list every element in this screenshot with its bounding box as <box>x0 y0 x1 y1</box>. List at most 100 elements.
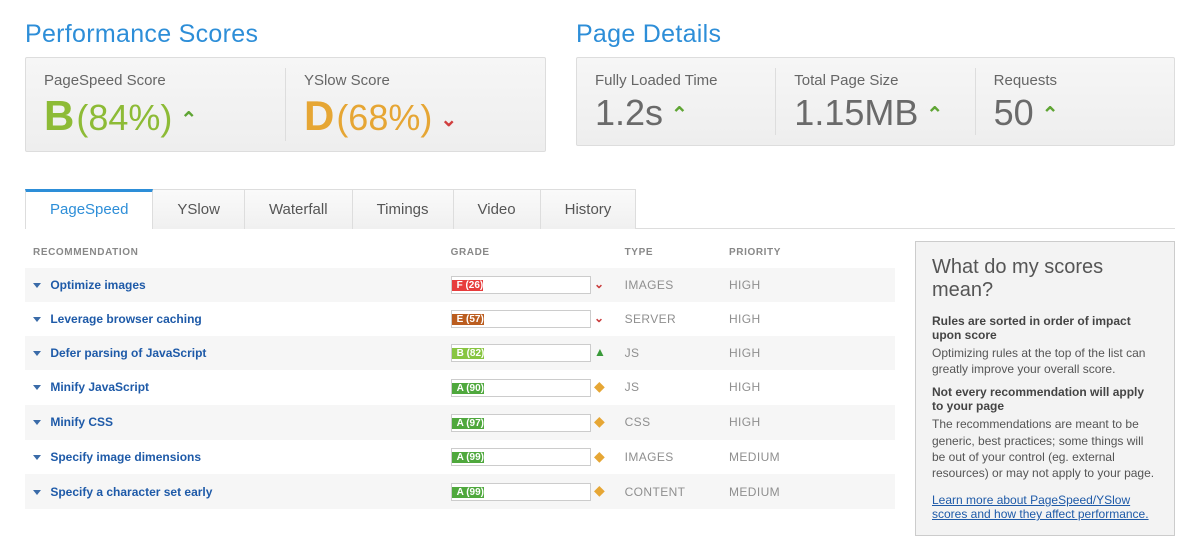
rec-type: JS <box>617 370 721 405</box>
expand-caret-icon[interactable] <box>33 455 41 460</box>
trend-up-icon: ⌃ <box>671 102 688 127</box>
trend-up-icon: ⌃ <box>180 107 197 132</box>
recommendation-link[interactable]: Minify JavaScript <box>50 380 149 394</box>
table-row[interactable]: Leverage browser caching E (57) ⌄ SERVER… <box>25 302 895 336</box>
sidebar-help: What do my scores mean? Rules are sorted… <box>915 241 1175 536</box>
expand-caret-icon[interactable] <box>33 351 41 356</box>
trend-neutral-icon: ◆ <box>594 378 605 394</box>
recommendation-link[interactable]: Specify a character set early <box>50 485 212 499</box>
detail-value: 50 <box>994 95 1034 131</box>
trend-neutral-icon: ◆ <box>594 448 605 464</box>
recommendation-link[interactable]: Minify CSS <box>50 415 113 429</box>
score-grade-pct: (68%) <box>336 100 432 136</box>
table-row[interactable]: Defer parsing of JavaScript B (82) ▲ JS … <box>25 336 895 370</box>
expand-caret-icon[interactable] <box>33 283 41 288</box>
recommendation-link[interactable]: Leverage browser caching <box>50 312 201 326</box>
detail-label: Requests <box>994 72 1156 89</box>
tab-video[interactable]: Video <box>454 189 541 229</box>
tab-waterfall[interactable]: Waterfall <box>245 189 353 229</box>
grade-bar-fill: A (99) <box>452 452 484 463</box>
tab-history[interactable]: History <box>541 189 637 229</box>
trend-down-icon: ⌄ <box>594 277 604 291</box>
rec-type: IMAGES <box>617 268 721 302</box>
rec-type: SERVER <box>617 302 721 336</box>
recommendation-link[interactable]: Defer parsing of JavaScript <box>50 346 206 360</box>
score-grade-pct: (84%) <box>76 100 172 136</box>
col-header-recommendation: RECOMMENDATION <box>25 241 443 268</box>
rec-type: IMAGES <box>617 440 721 475</box>
detail-card: Total Page Size 1.15MB ⌃ <box>775 68 974 135</box>
grade-bar-fill: A (90) <box>452 383 484 394</box>
table-row[interactable]: Specify a character set early A (99) ◆ C… <box>25 474 895 509</box>
tab-yslow[interactable]: YSlow <box>153 189 245 229</box>
score-card: PageSpeed Score B (84%) ⌃ <box>26 68 285 141</box>
trend-neutral-icon: ◆ <box>594 413 605 429</box>
score-grade-letter: D <box>304 95 334 137</box>
sidebar-text: The recommendations are meant to be gene… <box>932 416 1158 481</box>
detail-label: Total Page Size <box>794 72 956 89</box>
trend-up-icon: ⌃ <box>1042 102 1059 127</box>
grade-bar: B (82) <box>451 344 591 362</box>
grade-bar: E (57) <box>451 310 591 328</box>
rec-type: CSS <box>617 405 721 440</box>
table-row[interactable]: Minify CSS A (97) ◆ CSS HIGH <box>25 405 895 440</box>
recommendation-link[interactable]: Optimize images <box>50 278 145 292</box>
rec-type: CONTENT <box>617 474 721 509</box>
rec-priority: HIGH <box>721 268 895 302</box>
detail-value: 1.2s <box>595 95 663 131</box>
score-label: YSlow Score <box>304 72 527 89</box>
rec-priority: HIGH <box>721 370 895 405</box>
grade-bar: A (99) <box>451 483 591 501</box>
expand-caret-icon[interactable] <box>33 490 41 495</box>
col-header-grade: GRADE <box>443 241 617 268</box>
grade-bar: A (99) <box>451 448 591 466</box>
page-details-section: Page Details Fully Loaded Time 1.2s ⌃ To… <box>576 20 1175 152</box>
grade-bar-fill: E (57) <box>452 314 484 325</box>
rec-priority: MEDIUM <box>721 440 895 475</box>
rec-priority: HIGH <box>721 405 895 440</box>
table-row[interactable]: Specify image dimensions A (99) ◆ IMAGES… <box>25 440 895 475</box>
detail-card: Requests 50 ⌃ <box>975 68 1174 135</box>
expand-caret-icon[interactable] <box>33 420 41 425</box>
score-label: PageSpeed Score <box>44 72 267 89</box>
sidebar-text: Optimizing rules at the top of the list … <box>932 345 1158 377</box>
sidebar-learn-more-link[interactable]: Learn more about PageSpeed/YSlow scores … <box>932 493 1158 521</box>
grade-bar: F (26) <box>451 276 591 294</box>
recommendations-table: RECOMMENDATION GRADE TYPE PRIORITY Optim… <box>25 241 895 509</box>
expand-caret-icon[interactable] <box>33 317 41 322</box>
detail-card: Fully Loaded Time 1.2s ⌃ <box>577 68 775 135</box>
recommendation-link[interactable]: Specify image dimensions <box>50 450 201 464</box>
rec-priority: MEDIUM <box>721 474 895 509</box>
grade-bar-fill: F (26) <box>452 280 484 291</box>
grade-bar: A (90) <box>451 379 591 397</box>
score-grade-letter: B <box>44 95 74 137</box>
detail-label: Fully Loaded Time <box>595 72 757 89</box>
tab-pagespeed[interactable]: PageSpeed <box>25 189 153 229</box>
sidebar-heading: Rules are sorted in order of impact upon… <box>932 314 1158 342</box>
trend-up-icon: ▲ <box>594 345 606 359</box>
rec-priority: HIGH <box>721 302 895 336</box>
trend-down-icon: ⌄ <box>440 107 457 132</box>
detail-value: 1.15MB <box>794 95 918 131</box>
grade-bar-fill: B (82) <box>452 348 485 359</box>
tabs-bar: PageSpeedYSlowWaterfallTimingsVideoHisto… <box>25 188 1175 229</box>
score-card: YSlow Score D (68%) ⌄ <box>285 68 545 141</box>
grade-bar: A (97) <box>451 414 591 432</box>
rec-type: JS <box>617 336 721 370</box>
trend-neutral-icon: ◆ <box>594 482 605 498</box>
section-title: Performance Scores <box>25 20 546 49</box>
table-row[interactable]: Optimize images F (26) ⌄ IMAGES HIGH <box>25 268 895 302</box>
expand-caret-icon[interactable] <box>33 385 41 390</box>
col-header-type: TYPE <box>617 241 721 268</box>
sidebar-heading: Not every recommendation will apply to y… <box>932 385 1158 413</box>
grade-bar-fill: A (97) <box>452 418 484 429</box>
performance-scores-section: Performance Scores PageSpeed Score B (84… <box>25 20 546 152</box>
section-title: Page Details <box>576 20 1175 49</box>
grade-bar-fill: A (99) <box>452 487 484 498</box>
tab-timings[interactable]: Timings <box>353 189 454 229</box>
sidebar-title: What do my scores mean? <box>932 256 1158 302</box>
trend-up-icon: ⌃ <box>926 102 943 127</box>
col-header-priority: PRIORITY <box>721 241 895 268</box>
rec-priority: HIGH <box>721 336 895 370</box>
table-row[interactable]: Minify JavaScript A (90) ◆ JS HIGH <box>25 370 895 405</box>
